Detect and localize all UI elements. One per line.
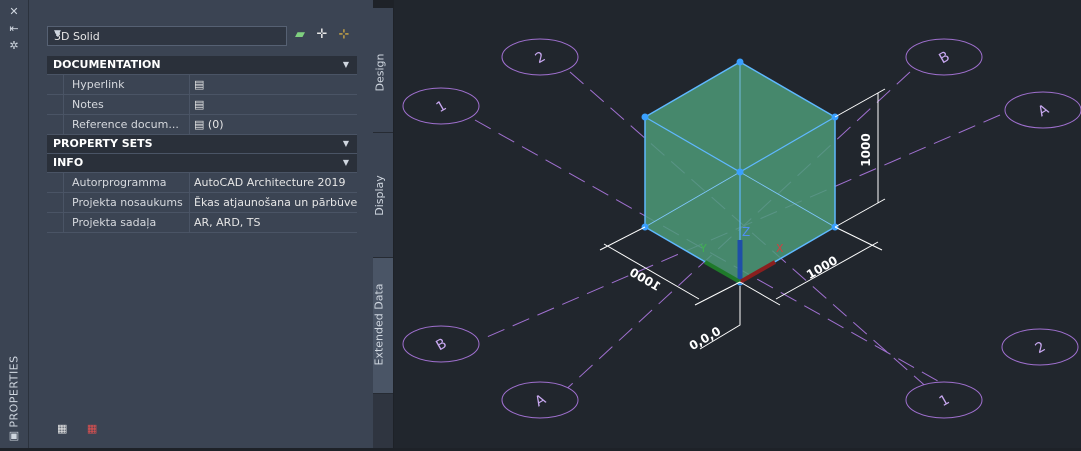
svg-text:Y: Y [699, 242, 707, 255]
table-row: Notes ▤ [47, 95, 357, 115]
collapse-icon[interactable]: ▼ [343, 135, 349, 153]
table-row: Hyperlink ▤ [47, 75, 357, 95]
section-property-sets[interactable]: PROPERTY SETS ▼ [47, 135, 357, 154]
grip-point[interactable] [736, 58, 744, 66]
add-property-set-icon[interactable]: ▦ [57, 422, 71, 435]
dimension-text[interactable]: 1000 [627, 265, 663, 294]
property-value[interactable]: AutoCAD Architecture 2019 [190, 173, 357, 192]
property-value[interactable]: AR, ARD, TS [190, 213, 357, 232]
property-key: Projekta sadaļa [63, 213, 190, 232]
collapse-icon[interactable]: ▼ [343, 154, 349, 172]
dimension-text[interactable]: 1000 [804, 253, 840, 282]
hyperlink-icon[interactable]: ▤ [194, 78, 204, 91]
origin-label[interactable]: 0,0,0 [687, 324, 724, 353]
add-object-icon[interactable]: ▰ [292, 27, 308, 43]
svg-text:Z: Z [742, 225, 750, 239]
remove-property-set-icon[interactable]: ▦ [87, 422, 101, 435]
properties-icon: ▣ [8, 429, 20, 442]
palette-title: PROPERTIES [7, 355, 21, 428]
svg-text:X: X [776, 242, 784, 255]
property-key: Autorprogramma [63, 173, 190, 192]
bottom-toolbar: ▦ ▦ [57, 421, 113, 435]
property-value[interactable]: Ēkas atjaunošana un pārbūve [190, 193, 357, 212]
select-objects-icon[interactable]: ✛ [314, 27, 330, 43]
tab-design[interactable]: Design [373, 8, 393, 133]
quick-select-icon[interactable]: ⊹ [336, 27, 352, 43]
grip-point[interactable] [641, 113, 649, 121]
tab-extended-data[interactable]: Extended Data [373, 258, 393, 394]
table-row: Reference docum... ▤ (0) [47, 115, 357, 135]
property-key: Reference docum... [63, 115, 190, 134]
table-row: Autorprogramma AutoCAD Architecture 2019 [47, 173, 357, 193]
properties-palette-titlebar[interactable]: ✕ ⇤ ✲ PROPERTIES ▣ [0, 0, 29, 448]
dimension-text[interactable]: 1000 [859, 133, 873, 166]
section-documentation[interactable]: DOCUMENTATION ▼ [47, 56, 357, 75]
drawing-viewport[interactable]: 2 B 1 A B 2 A 1 Z X Y 1000 1000 1000 0,0… [394, 0, 1081, 448]
settings-icon[interactable]: ✲ [8, 40, 20, 52]
object-type-dropdown[interactable]: 3D Solid ▼ [47, 26, 287, 46]
reference-docs-icon[interactable]: ▤ [194, 118, 204, 131]
property-key: Hyperlink [63, 75, 190, 94]
section-info[interactable]: INFO ▼ [47, 154, 357, 173]
close-icon[interactable]: ✕ [8, 6, 20, 18]
auto-hide-icon[interactable]: ⇤ [8, 23, 20, 35]
property-value[interactable]: ▤ (0) [190, 115, 357, 134]
property-value[interactable]: ▤ [190, 75, 357, 94]
table-row: Projekta nosaukums Ēkas atjaunošana un p… [47, 193, 357, 213]
property-key: Notes [63, 95, 190, 114]
collapse-icon[interactable]: ▼ [343, 56, 349, 74]
tab-display[interactable]: Display [373, 133, 393, 258]
property-grid: DOCUMENTATION ▼ Hyperlink ▤ Notes ▤ Refer… [47, 56, 357, 233]
grip-point[interactable] [736, 168, 744, 176]
property-key: Projekta nosaukums [63, 193, 190, 212]
model-space-canvas[interactable]: 2 B 1 A B 2 A 1 Z X Y 1000 1000 1000 0,0… [394, 0, 1081, 448]
notes-icon[interactable]: ▤ [194, 98, 204, 111]
property-value[interactable]: ▤ [190, 95, 357, 114]
table-row: Projekta sadaļa AR, ARD, TS [47, 213, 357, 233]
vertical-tab-strip: Design Display Extended Data [373, 8, 393, 448]
chevron-down-icon: ▼ [54, 29, 61, 39]
